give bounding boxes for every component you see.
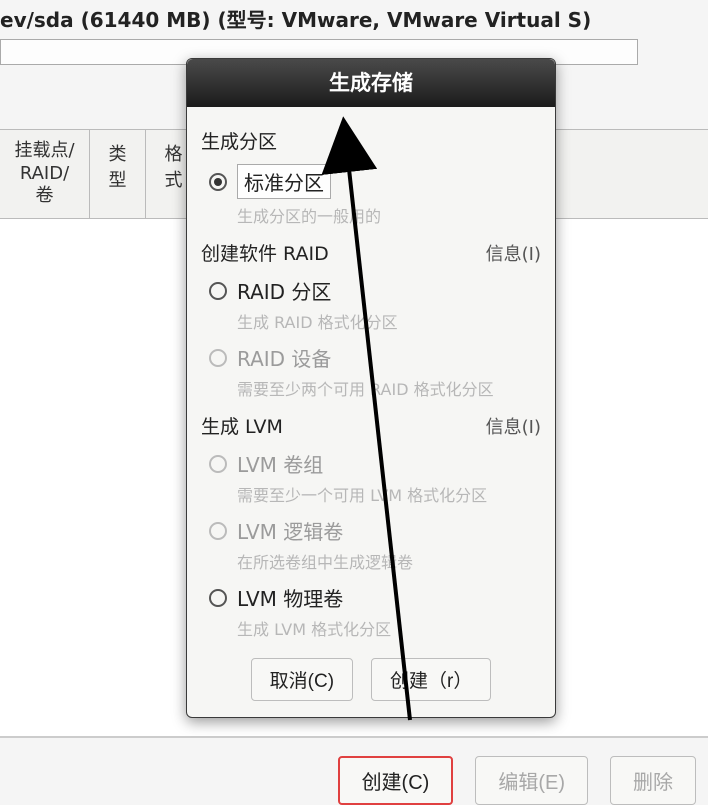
- radio-icon[interactable]: [209, 282, 227, 300]
- option-label: RAID 设备: [237, 343, 331, 372]
- create-storage-dialog: 生成存储 生成分区 标准分区 生成分区的一般用的 创建软件 RAID 信息(I)…: [186, 58, 556, 718]
- option-raid-partition[interactable]: RAID 分区: [209, 276, 541, 305]
- radio-icon: [209, 455, 227, 473]
- col-mountpoint[interactable]: 挂载点/ RAID/卷: [0, 130, 90, 218]
- option-label: LVM 物理卷: [237, 583, 343, 612]
- radio-icon: [209, 522, 227, 540]
- option-label: LVM 卷组: [237, 449, 323, 478]
- dialog-title: 生成存储: [187, 59, 555, 107]
- option-desc: 需要至少一个可用 LVM 格式化分区: [237, 482, 541, 506]
- delete-button: 删除: [610, 756, 696, 805]
- lvm-info-link[interactable]: 信息(I): [486, 413, 541, 439]
- disk-header: ev/sda (61440 MB) (型号: VMware, VMware Vi…: [0, 0, 708, 39]
- section-create-lvm: 生成 LVM: [201, 412, 283, 439]
- option-label: 标准分区: [237, 164, 331, 199]
- option-desc: 生成 RAID 格式化分区: [237, 309, 541, 333]
- option-desc: 需要至少两个可用 RAID 格式化分区: [237, 376, 541, 400]
- col-type[interactable]: 类型: [90, 130, 146, 218]
- option-raid-device: RAID 设备: [209, 343, 541, 372]
- option-label: LVM 逻辑卷: [237, 516, 343, 545]
- option-desc: 生成分区的一般用的: [237, 203, 541, 227]
- radio-icon: [209, 349, 227, 367]
- bottom-toolbar: 创建(C) 编辑(E) 删除: [0, 737, 708, 805]
- radio-icon[interactable]: [209, 589, 227, 607]
- option-desc: 生成 LVM 格式化分区: [237, 616, 541, 640]
- option-label: RAID 分区: [237, 276, 331, 305]
- option-desc: 在所选卷组中生成逻辑卷: [237, 549, 541, 573]
- section-create-partition: 生成分区: [201, 127, 277, 154]
- radio-icon[interactable]: [209, 173, 227, 191]
- option-lvm-lv: LVM 逻辑卷: [209, 516, 541, 545]
- dialog-cancel-button[interactable]: 取消(C): [251, 658, 353, 701]
- edit-button: 编辑(E): [475, 756, 588, 805]
- create-button[interactable]: 创建(C): [338, 756, 454, 805]
- option-lvm-vg: LVM 卷组: [209, 449, 541, 478]
- option-standard-partition[interactable]: 标准分区: [209, 164, 541, 199]
- option-lvm-pv[interactable]: LVM 物理卷: [209, 583, 541, 612]
- raid-info-link[interactable]: 信息(I): [486, 240, 541, 266]
- section-create-raid: 创建软件 RAID: [201, 239, 329, 266]
- dialog-create-button[interactable]: 创建（r）: [371, 658, 491, 701]
